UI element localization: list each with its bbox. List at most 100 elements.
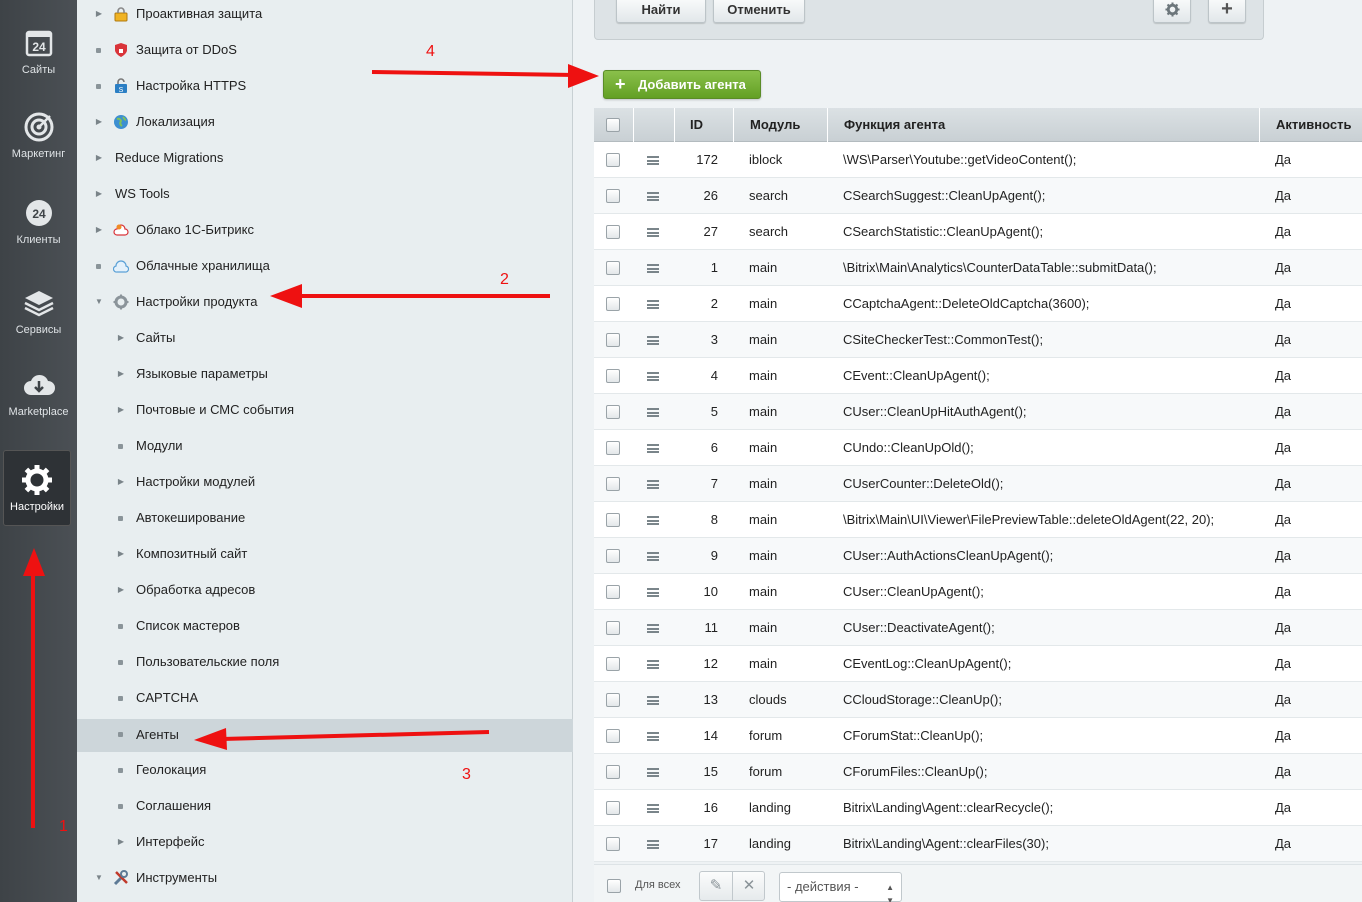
table-row[interactable]: 10 main CUser::CleanUpAgent(); Да — [594, 574, 1362, 610]
table-row[interactable]: 6 main CUndo::CleanUpOld(); Да — [594, 430, 1362, 466]
row-checkbox[interactable] — [606, 801, 620, 815]
table-row[interactable]: 9 main CUser::AuthActionsCleanUpAgent(); Да — [594, 538, 1362, 574]
row-checkbox[interactable] — [606, 765, 620, 779]
table-row[interactable]: 7 main CUserCounter::DeleteOld(); Да — [594, 466, 1362, 502]
tree-item-modules[interactable]: Модули — [77, 432, 573, 465]
row-menu-icon[interactable] — [647, 480, 659, 489]
table-row[interactable]: 11 main CUser::DeactivateAgent(); Да — [594, 610, 1362, 646]
expand-arrow-icon[interactable]: ▶ — [94, 0, 104, 28]
tree-item-wizards[interactable]: Список мастеров — [77, 612, 573, 645]
row-menu-icon[interactable] — [647, 516, 659, 525]
table-row[interactable]: 3 main CSiteCheckerTest::CommonTest(); Да — [594, 322, 1362, 358]
nav-services[interactable]: Сервисы — [0, 286, 77, 336]
table-row[interactable]: 5 main CUser::CleanUpHitAuthAgent(); Да — [594, 394, 1362, 430]
row-menu-icon[interactable] — [647, 336, 659, 345]
collapse-arrow-icon[interactable]: ▼ — [94, 288, 104, 316]
expand-arrow-icon[interactable]: ▶ — [94, 144, 104, 172]
row-checkbox[interactable] — [606, 297, 620, 311]
delete-icon[interactable]: ✕ — [733, 872, 765, 900]
row-checkbox[interactable] — [606, 513, 620, 527]
row-menu-icon[interactable] — [647, 372, 659, 381]
tree-item-language[interactable]: ▶ Языковые параметры — [77, 360, 573, 393]
row-checkbox[interactable] — [606, 549, 620, 563]
expand-arrow-icon[interactable]: ▶ — [116, 540, 126, 568]
tree-item-url-processing[interactable]: ▶ Обработка адресов — [77, 576, 573, 609]
tree-item-mail-events[interactable]: ▶ Почтовые и СМС события — [77, 396, 573, 429]
tree-item-ws-tools[interactable]: ▶ WS Tools — [77, 180, 573, 213]
tree-item-tools[interactable]: ▼ Инструменты — [77, 864, 573, 897]
table-row[interactable]: 27 search CSearchStatistic::CleanUpAgent()… — [594, 214, 1362, 250]
row-checkbox[interactable] — [606, 621, 620, 635]
row-checkbox[interactable] — [606, 657, 620, 671]
row-checkbox[interactable] — [606, 261, 620, 275]
tree-item-bitrix-cloud[interactable]: ▶ Облако 1С-Битрикс — [77, 216, 573, 249]
row-menu-icon[interactable] — [647, 552, 659, 561]
table-row[interactable]: 12 main CEventLog::CleanUpAgent(); Да — [594, 646, 1362, 682]
row-menu-icon[interactable] — [647, 696, 659, 705]
table-row[interactable]: 172 iblock \WS\Parser\Youtube::getVideoCon… — [594, 142, 1362, 178]
nav-clients[interactable]: 24 Клиенты — [0, 196, 77, 246]
row-menu-icon[interactable] — [647, 804, 659, 813]
find-button[interactable]: Найти — [616, 0, 706, 23]
tree-item-agreements[interactable]: Соглашения — [77, 792, 573, 825]
row-menu-icon[interactable] — [647, 192, 659, 201]
cancel-button[interactable]: Отменить — [713, 0, 805, 23]
expand-arrow-icon[interactable]: ▶ — [116, 468, 126, 496]
row-menu-icon[interactable] — [647, 588, 659, 597]
nav-marketing[interactable]: Маркетинг — [0, 110, 77, 160]
expand-arrow-icon[interactable]: ▶ — [94, 180, 104, 208]
table-row[interactable]: 16 landing Bitrix\Landing\Agent::clearRecy… — [594, 790, 1362, 826]
tree-item-autocache[interactable]: Автокеширование — [77, 504, 573, 537]
row-menu-icon[interactable] — [647, 732, 659, 741]
collapse-arrow-icon[interactable]: ▼ — [94, 864, 104, 892]
expand-arrow-icon[interactable]: ▶ — [116, 360, 126, 388]
tree-item-cloud-storage[interactable]: Облачные хранилища — [77, 252, 573, 285]
tree-item-module-settings[interactable]: ▶ Настройки модулей — [77, 468, 573, 501]
tree-item-geolocation[interactable]: Геолокация — [77, 756, 573, 789]
row-menu-icon[interactable] — [647, 228, 659, 237]
row-menu-icon[interactable] — [647, 840, 659, 849]
row-checkbox[interactable] — [606, 153, 620, 167]
row-menu-icon[interactable] — [647, 156, 659, 165]
add-filter-button[interactable]: + — [1208, 0, 1246, 23]
row-menu-icon[interactable] — [647, 768, 659, 777]
row-checkbox[interactable] — [606, 333, 620, 347]
table-row[interactable]: 2 main CCaptchaAgent::DeleteOldCaptcha(360… — [594, 286, 1362, 322]
row-checkbox[interactable] — [606, 729, 620, 743]
tree-item-user-fields[interactable]: Пользовательские поля — [77, 648, 573, 681]
add-agent-button[interactable]: + Добавить агента — [603, 70, 761, 99]
table-row[interactable]: 14 forum CForumStat::CleanUp(); Да — [594, 718, 1362, 754]
row-menu-icon[interactable] — [647, 408, 659, 417]
table-row[interactable]: 26 search CSearchSuggest::CleanUpAgent(); Д… — [594, 178, 1362, 214]
row-checkbox[interactable] — [606, 189, 620, 203]
nav-settings[interactable]: Настройки — [3, 450, 71, 526]
row-menu-icon[interactable] — [647, 264, 659, 273]
nav-sites[interactable]: 24 Сайты — [0, 26, 77, 76]
row-checkbox[interactable] — [606, 585, 620, 599]
expand-arrow-icon[interactable]: ▶ — [116, 324, 126, 352]
row-menu-icon[interactable] — [647, 624, 659, 633]
tree-item-captcha[interactable]: CAPTCHA — [77, 684, 573, 717]
tree-item-proactive[interactable]: ▶ Проактивная защита — [77, 0, 573, 33]
table-row[interactable]: 4 main CEvent::CleanUpAgent(); Да — [594, 358, 1362, 394]
select-all-checkbox[interactable] — [606, 118, 620, 132]
row-checkbox[interactable] — [606, 369, 620, 383]
expand-arrow-icon[interactable]: ▶ — [94, 216, 104, 244]
table-row[interactable]: 8 main \Bitrix\Main\UI\Viewer\FilePreviewT… — [594, 502, 1362, 538]
for-all-checkbox[interactable] — [607, 879, 621, 893]
row-checkbox[interactable] — [606, 405, 620, 419]
expand-arrow-icon[interactable]: ▶ — [116, 576, 126, 604]
table-row[interactable]: 1 main \Bitrix\Main\Analytics\CounterDataT… — [594, 250, 1362, 286]
actions-select[interactable]: - действия - ▲ ▼ — [779, 872, 902, 902]
tree-item-product-settings[interactable]: ▼ Настройки продукта — [77, 288, 573, 321]
expand-arrow-icon[interactable]: ▶ — [116, 828, 126, 856]
tree-item-localization[interactable]: ▶ Локализация — [77, 108, 573, 141]
expand-arrow-icon[interactable]: ▶ — [94, 108, 104, 136]
row-menu-icon[interactable] — [647, 660, 659, 669]
row-menu-icon[interactable] — [647, 300, 659, 309]
header-function[interactable]: Функция агента — [828, 108, 1260, 142]
row-checkbox[interactable] — [606, 441, 620, 455]
table-row[interactable]: 13 clouds CCloudStorage::CleanUp(); Да — [594, 682, 1362, 718]
table-row[interactable]: 17 landing Bitrix\Landing\Agent::clearFile… — [594, 826, 1362, 862]
row-menu-icon[interactable] — [647, 444, 659, 453]
